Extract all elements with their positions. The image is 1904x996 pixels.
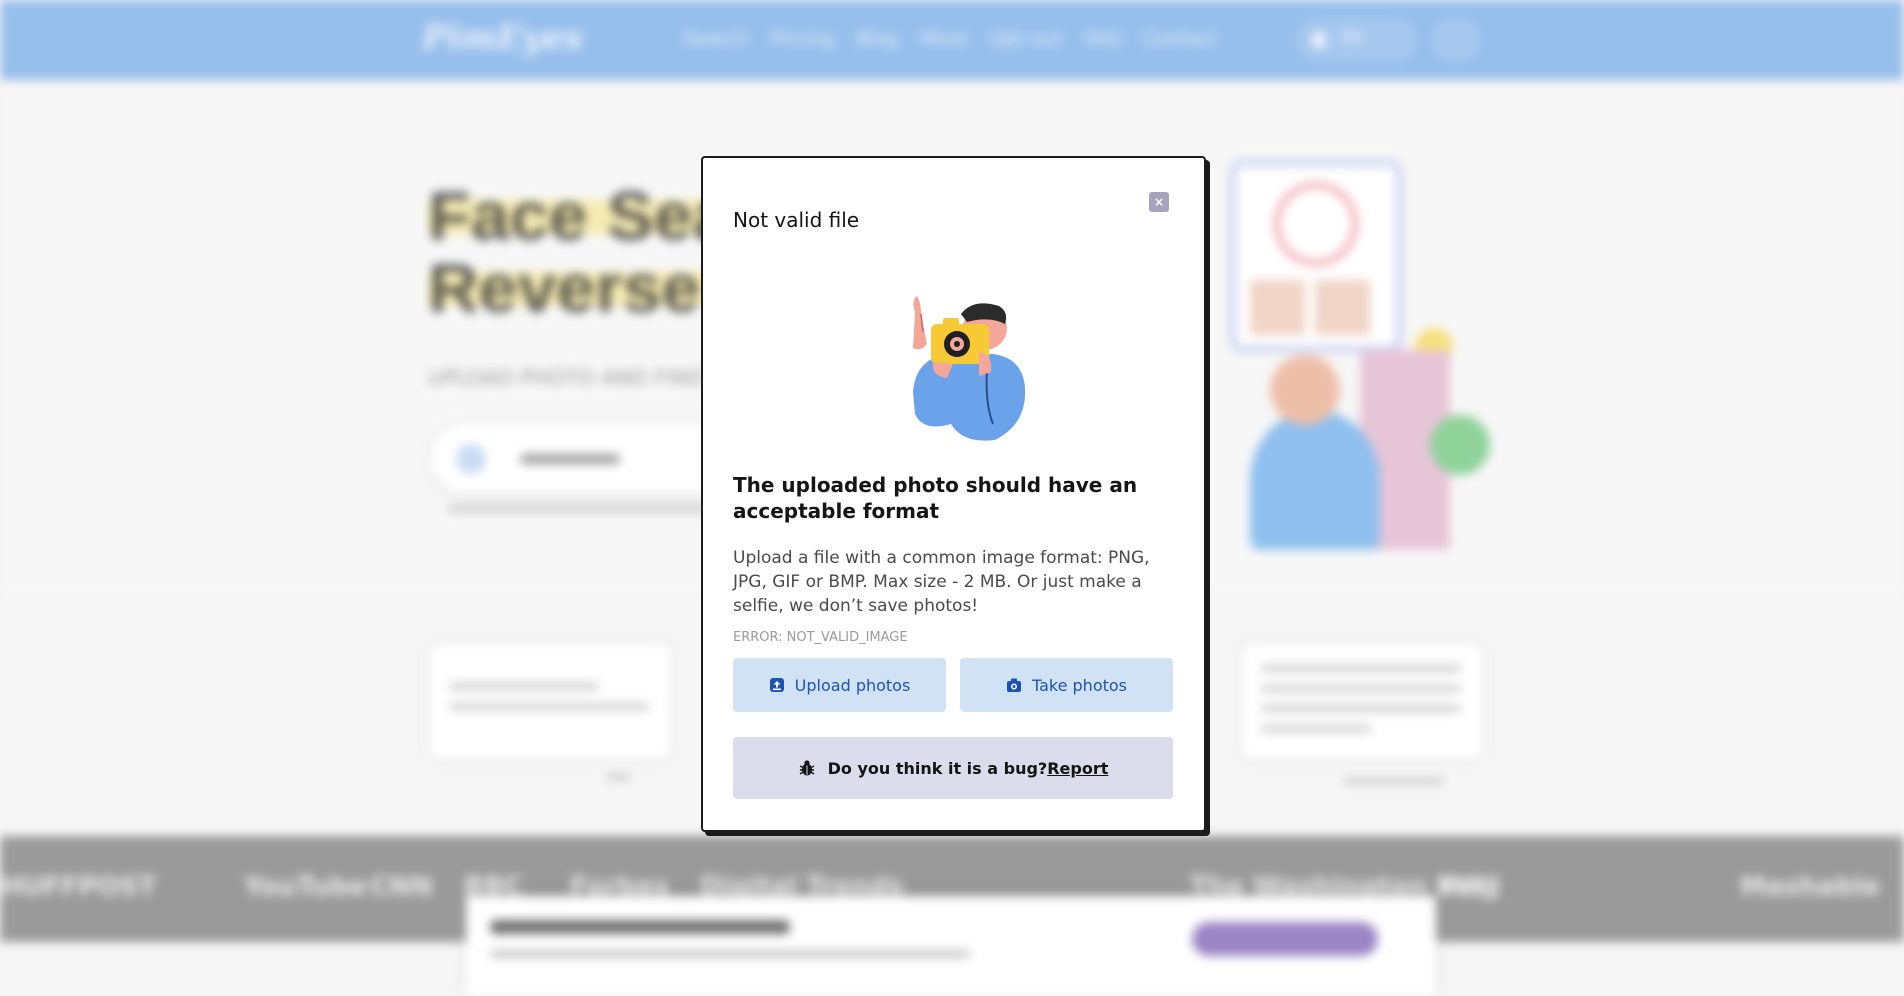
cookie-banner (466, 896, 1436, 996)
close-icon[interactable]: × (1149, 192, 1169, 212)
upload-icon (769, 678, 784, 692)
nav-link[interactable]: FAQ (1084, 28, 1121, 50)
site-logo[interactable]: PimEyes (422, 18, 583, 58)
nav-link[interactable]: More (920, 28, 967, 50)
language-label: EN (1341, 28, 1364, 47)
bug-icon (799, 760, 815, 776)
report-link[interactable]: Report (1047, 759, 1108, 778)
press-logo: Mashable (1740, 872, 1881, 902)
testimonial-author (606, 774, 630, 780)
upload-photos-label: Upload photos (794, 675, 911, 695)
nav-link[interactable]: Pricing (770, 28, 834, 50)
hero-illustration (1190, 160, 1490, 555)
press-logo: WSJ (1440, 872, 1498, 902)
bug-report-bar: Do you think it is a bug? Report (733, 737, 1173, 799)
camera-icon (1006, 678, 1021, 692)
user-account-button[interactable] (1432, 18, 1480, 62)
language-selector[interactable]: EN (1297, 18, 1417, 62)
testimonial-card (1238, 640, 1486, 762)
nav-link[interactable]: Search (683, 28, 748, 50)
error-description: Upload a file with a common image format… (733, 548, 1150, 616)
testimonial-card (426, 640, 674, 762)
nav-link[interactable]: Contact (1143, 28, 1217, 50)
testimonial-author (1344, 778, 1444, 784)
globe-icon (1311, 32, 1327, 48)
bug-question: Do you think it is a bug? (827, 758, 1048, 778)
error-code: ERROR: NOT_VALID_IMAGE (733, 630, 908, 645)
take-photos-button[interactable]: Take photos (960, 658, 1173, 712)
error-heading: The uploaded photo should have an accept… (733, 473, 1138, 523)
upload-label (520, 454, 620, 464)
hero-subtitle: UPLOAD PHOTO AND FIND (428, 366, 705, 390)
cookie-accept-button[interactable] (1192, 922, 1378, 956)
cookie-text (490, 950, 970, 958)
top-navigation-bar: PimEyes Search Pricing Blog More Opt-out… (0, 0, 1904, 80)
nav-link[interactable]: Blog (856, 28, 898, 50)
upload-icon (456, 444, 486, 474)
upload-photos-button[interactable]: Upload photos (733, 658, 946, 712)
cookie-title (490, 920, 790, 934)
press-logo: CNN (370, 872, 433, 902)
camera-person-illustration (913, 296, 1026, 441)
press-logo: HUFFPOST (0, 872, 157, 902)
nav-link[interactable]: Opt-out (989, 28, 1062, 50)
nav-links: Search Pricing Blog More Opt-out FAQ Con… (683, 28, 1217, 50)
press-logo: YouTube (244, 872, 367, 902)
upload-hint (448, 505, 708, 513)
modal-title: Not valid file (733, 208, 860, 232)
take-photos-label: Take photos (1031, 675, 1128, 695)
invalid-file-modal: × Not valid file The uploaded photo shou… (701, 156, 1206, 832)
